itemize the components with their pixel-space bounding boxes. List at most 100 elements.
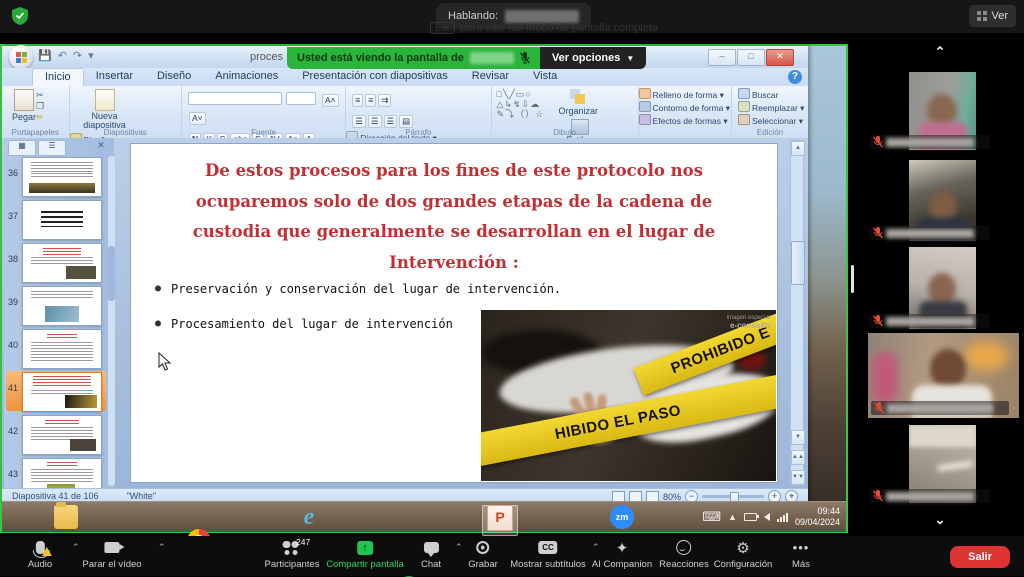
shrink-font-icon[interactable]: A˅: [189, 112, 206, 125]
slide-thumbnail-42[interactable]: 42: [6, 414, 106, 454]
slide-thumbnail-41-selected[interactable]: 41: [6, 371, 106, 411]
shape-effects-button[interactable]: Efectos de formas ▾: [639, 114, 731, 127]
help-icon[interactable]: ?: [788, 70, 802, 84]
cut-icon[interactable]: ✂: [36, 90, 44, 101]
view-layout-button[interactable]: Ver: [969, 5, 1016, 27]
close-button[interactable]: ✕: [766, 49, 794, 66]
shape-outline-button[interactable]: Contorno de forma ▾: [639, 101, 731, 114]
drawing-group-label[interactable]: Dibujo: [492, 128, 638, 137]
indent-icons[interactable]: ⇉: [378, 94, 391, 107]
font-name-combobox[interactable]: [188, 92, 282, 105]
arrange-button[interactable]: Organizar: [559, 86, 599, 116]
panel-close-icon[interactable]: ✕: [94, 140, 108, 152]
columns-icon[interactable]: ▤: [399, 115, 413, 128]
slide-thumbnail-40[interactable]: 40: [6, 328, 106, 368]
clock[interactable]: 09:44 09/04/2024: [795, 506, 840, 528]
battery-icon[interactable]: [744, 513, 757, 521]
network-signal-icon[interactable]: [777, 513, 788, 522]
slide-thumbnail-36[interactable]: 36: [6, 156, 106, 196]
numbering-icon[interactable]: ≡: [365, 94, 376, 107]
participants-button[interactable]: 247 Participantes: [265, 539, 320, 570]
qat-dropdown-icon[interactable]: ▾: [88, 49, 94, 62]
tab-revisar[interactable]: Revisar: [460, 68, 521, 86]
grow-font-icon[interactable]: A˄: [322, 94, 339, 107]
document-area: ▦ ☰ ✕ 36 37 38: [2, 138, 808, 488]
align-right-icon[interactable]: ☰: [384, 115, 398, 128]
audio-label: Audio: [28, 559, 52, 570]
clipboard-group-label[interactable]: Portapapeles: [2, 128, 69, 137]
scroll-up-icon[interactable]: ▲: [791, 141, 805, 156]
audio-button[interactable]: Audio: [28, 539, 52, 570]
tab-vista[interactable]: Vista: [521, 68, 569, 86]
settings-button[interactable]: ⚙ Configuración: [714, 539, 773, 570]
bullets-icon[interactable]: ≡: [352, 94, 363, 107]
internet-explorer-icon[interactable]: e: [297, 505, 321, 529]
tab-presentacion[interactable]: Presentación con diapositivas: [290, 68, 460, 86]
scrollbar-thumb[interactable]: [791, 241, 805, 285]
next-slide-icon[interactable]: ▼▼: [791, 470, 805, 485]
zoom-slider[interactable]: [702, 495, 764, 498]
slides-tab[interactable]: ▦: [8, 140, 36, 156]
scroll-participants-up-icon[interactable]: ⌃: [925, 44, 955, 60]
speaker-icon[interactable]: [764, 513, 770, 521]
align-center-icon[interactable]: ☰: [368, 115, 382, 128]
replace-button[interactable]: Reemplazar ▾: [738, 101, 808, 114]
more-button[interactable]: ••• Más: [792, 539, 810, 570]
slide-thumbnail-38[interactable]: 38: [6, 242, 106, 282]
tab-insertar[interactable]: Insertar: [84, 68, 145, 86]
leave-meeting-button[interactable]: Salir: [950, 546, 1010, 568]
security-shield-icon[interactable]: [12, 7, 28, 25]
tab-inicio[interactable]: Inicio: [32, 68, 84, 87]
shape-fill-button[interactable]: Relleno de forma ▾: [639, 88, 731, 101]
powerpoint-taskbar-button[interactable]: P: [487, 505, 511, 529]
shapes-gallery[interactable]: □╲╱▭○△↳↯⇩☁✎⤵（）☆: [492, 86, 559, 119]
select-button[interactable]: Seleccionar ▾: [738, 114, 808, 127]
office-button[interactable]: [9, 45, 33, 69]
chat-options-chevron[interactable]: ⌃: [455, 542, 463, 553]
bullet-text: Preservación y conservación del lugar de…: [171, 282, 561, 296]
editing-group-label[interactable]: Edición: [732, 128, 808, 137]
save-icon[interactable]: 💾: [38, 49, 52, 62]
sidebar-resize-handle[interactable]: [851, 265, 854, 293]
previous-slide-icon[interactable]: ▲▲: [791, 450, 805, 465]
copy-icon[interactable]: ❐: [36, 101, 44, 112]
outline-tab[interactable]: ☰: [38, 140, 66, 156]
stop-video-button[interactable]: Parar el vídeo: [82, 539, 141, 570]
slide-thumbnail-39[interactable]: 39: [6, 285, 106, 325]
slide-thumbnail-37[interactable]: 37: [6, 199, 106, 239]
font-size-combobox[interactable]: [286, 92, 316, 105]
minimize-button[interactable]: –: [708, 49, 736, 66]
chat-button[interactable]: Chat: [421, 539, 441, 570]
reactions-button[interactable]: Reacciones: [659, 539, 709, 570]
align-left-icon[interactable]: ☰: [352, 115, 366, 128]
paste-button[interactable]: Pegar: [12, 86, 36, 122]
video-options-chevron[interactable]: ⌃: [158, 542, 166, 553]
tab-diseno[interactable]: Diseño: [145, 68, 203, 86]
slide-canvas[interactable]: De estos procesos para los fines de este…: [130, 143, 778, 483]
maximize-button[interactable]: □: [737, 49, 765, 66]
audio-options-chevron[interactable]: ⌃: [72, 542, 80, 553]
undo-icon[interactable]: ↶: [58, 49, 67, 62]
keyboard-icon[interactable]: ⌨: [702, 509, 721, 525]
captions-button[interactable]: CC Mostrar subtítulos: [510, 539, 586, 570]
new-slide-button[interactable]: Nueva diapositiva: [76, 86, 134, 130]
find-button[interactable]: Buscar: [738, 88, 808, 101]
font-group-label[interactable]: Fuente: [182, 128, 345, 137]
view-options-button[interactable]: Ver opciones ▼: [540, 47, 646, 69]
record-button[interactable]: Grabar: [468, 539, 498, 570]
file-explorer-icon[interactable]: [54, 505, 78, 529]
panel-scrollbar[interactable]: [108, 156, 115, 486]
ai-companion-button[interactable]: ✦ AI Companion: [592, 539, 652, 570]
quick-access-toolbar[interactable]: 💾 ↶ ↷ ▾: [38, 49, 94, 62]
paragraph-group-label[interactable]: Párrafo: [346, 128, 490, 137]
scroll-participants-down-icon[interactable]: ⌄: [925, 512, 955, 528]
format-painter-icon[interactable]: ✏: [36, 112, 44, 123]
scroll-down-icon[interactable]: ▼: [791, 430, 805, 445]
zoom-app-icon[interactable]: zm: [610, 505, 634, 529]
tab-animaciones[interactable]: Animaciones: [203, 68, 290, 86]
vertical-scrollbar[interactable]: ▲ ▼ ▲▲ ▼▼: [790, 140, 804, 486]
slides-group-label[interactable]: Diapositivas: [70, 128, 181, 137]
share-screen-button[interactable]: ↑ Compartir pantalla: [326, 539, 404, 570]
tray-expand-icon[interactable]: ▲: [728, 512, 737, 522]
redo-icon[interactable]: ↷: [73, 49, 82, 62]
